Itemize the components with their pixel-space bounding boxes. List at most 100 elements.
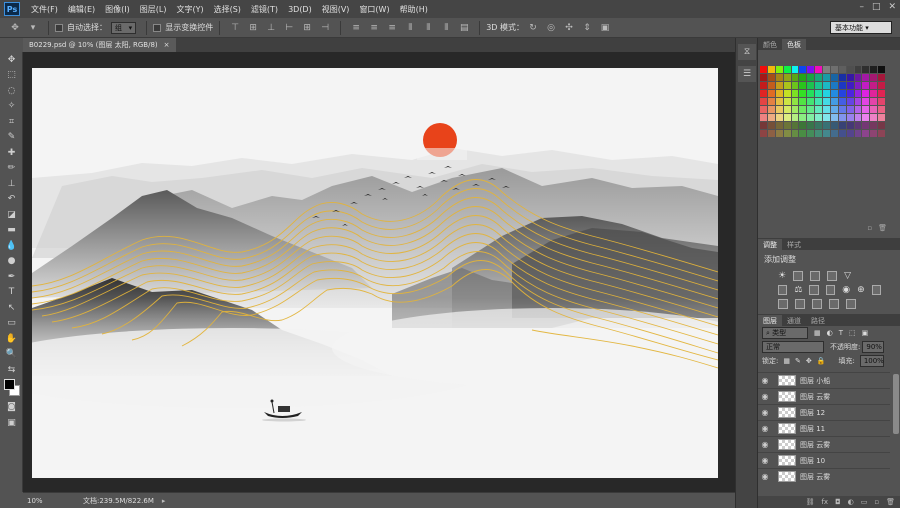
swatch[interactable] (846, 122, 854, 129)
new-layer-icon[interactable]: ▫ (874, 498, 879, 506)
auto-select-dropdown[interactable]: 组 ▾ (111, 21, 137, 34)
swatch[interactable] (775, 98, 783, 105)
lasso-tool-icon[interactable]: ◌ (0, 83, 23, 99)
swatch[interactable] (830, 130, 838, 137)
swatch[interactable] (783, 66, 791, 73)
swatch[interactable] (799, 74, 807, 81)
swatch[interactable] (760, 74, 767, 81)
roll-3d-icon[interactable]: ◎ (545, 23, 557, 33)
eye-icon[interactable]: ◉ (758, 472, 772, 481)
move-tool-icon[interactable]: ✥ (9, 23, 21, 33)
layer-kind-filter[interactable]: ⌕ 类型 (762, 327, 808, 339)
swatch[interactable] (791, 82, 799, 89)
pen-tool-icon[interactable]: ✒ (0, 269, 23, 285)
gradient-icon[interactable] (846, 299, 856, 309)
filter-adjust-icon[interactable]: ◐ (827, 329, 833, 337)
fill-field[interactable]: 100% (859, 355, 884, 367)
swatch[interactable] (862, 66, 870, 73)
layer-row[interactable]: ◉ 图层 11 (758, 420, 890, 436)
swatch[interactable] (807, 130, 815, 137)
distribute-top-icon[interactable]: ≡ (350, 23, 362, 33)
swatch[interactable] (807, 106, 815, 113)
swatch[interactable] (823, 106, 830, 113)
swatch[interactable] (807, 82, 815, 89)
swatch[interactable] (799, 66, 807, 73)
swatch[interactable] (775, 130, 783, 137)
tab-color[interactable]: 颜色 (758, 39, 782, 50)
new-swatch-icon[interactable]: ▫ (867, 224, 872, 234)
swatch[interactable] (791, 122, 799, 129)
layer-mask-icon[interactable]: ◘ (835, 498, 841, 506)
history-panel-icon[interactable]: ⧖ (738, 44, 756, 60)
dodge-tool-icon[interactable]: ● (0, 254, 23, 270)
swatch[interactable] (862, 130, 870, 137)
swatch[interactable] (830, 66, 838, 73)
photo-filter-icon[interactable]: ◉ (842, 285, 850, 295)
menu-file[interactable]: 文件(F) (26, 4, 63, 15)
properties-panel-icon[interactable]: ☰ (738, 66, 756, 82)
swatch[interactable] (767, 122, 775, 129)
threshold-icon[interactable] (812, 299, 822, 309)
distribute-bottom-icon[interactable]: ≡ (386, 23, 398, 33)
swatch[interactable] (815, 122, 822, 129)
swatch[interactable] (815, 114, 822, 121)
tab-paths[interactable]: 路径 (806, 315, 830, 326)
swatch[interactable] (815, 74, 822, 81)
lock-position-icon[interactable]: ✥ (806, 357, 812, 365)
swatch[interactable] (815, 66, 822, 73)
swatch[interactable] (846, 98, 854, 105)
eraser-tool-icon[interactable]: ◪ (0, 207, 23, 223)
tab-channels[interactable]: 通道 (782, 315, 806, 326)
swatch[interactable] (878, 122, 885, 129)
swatch[interactable] (807, 66, 815, 73)
swatch[interactable] (838, 114, 846, 121)
delete-swatch-icon[interactable]: 🗑 (878, 224, 887, 234)
swatch[interactable] (767, 90, 775, 97)
swatch[interactable] (854, 74, 862, 81)
blend-mode-dropdown[interactable]: 正常 (762, 341, 824, 353)
swatch[interactable] (854, 122, 862, 129)
align-top-icon[interactable]: ⊤ (229, 23, 241, 33)
lock-pixels-icon[interactable]: ▦ (783, 357, 790, 365)
menu-3d[interactable]: 3D(D) (283, 5, 317, 14)
swatch[interactable] (783, 74, 791, 81)
swatch[interactable] (878, 114, 885, 121)
swatch[interactable] (823, 66, 830, 73)
delete-layer-icon[interactable]: 🗑 (886, 498, 895, 506)
swatch[interactable] (807, 122, 815, 129)
swatch[interactable] (830, 114, 838, 121)
swatch[interactable] (807, 90, 815, 97)
swatch[interactable] (838, 90, 846, 97)
swatch[interactable] (846, 90, 854, 97)
filter-smart-icon[interactable]: ▣ (862, 329, 869, 337)
swatch[interactable] (775, 74, 783, 81)
layer-row[interactable]: ◉ 图层 10 (758, 452, 890, 468)
swatch[interactable] (760, 66, 767, 73)
new-adjustment-icon[interactable]: ◐ (848, 498, 854, 506)
color-balance-icon[interactable] (809, 285, 819, 295)
swatch[interactable] (783, 122, 791, 129)
distribute-right-icon[interactable]: ⦀ (440, 23, 452, 33)
eye-icon[interactable]: ◉ (758, 392, 772, 401)
swatch[interactable] (783, 82, 791, 89)
close-tab-icon[interactable]: × (164, 41, 170, 49)
swatch[interactable] (854, 98, 862, 105)
layer-row[interactable]: ◉ 图层 云雾 (758, 468, 890, 484)
tab-swatches[interactable]: 色板 (782, 39, 806, 50)
layer-row[interactable]: ◉ 图层 云雾 (758, 388, 890, 404)
swatch[interactable] (838, 66, 846, 73)
swatch[interactable] (823, 130, 830, 137)
swatch[interactable] (862, 82, 870, 89)
close-icon[interactable]: ✕ (888, 2, 896, 12)
swatch[interactable] (838, 74, 846, 81)
swatch[interactable] (791, 114, 799, 121)
swatch[interactable] (846, 130, 854, 137)
history-brush-icon[interactable]: ↶ (0, 192, 23, 208)
swatch[interactable] (767, 66, 775, 73)
distribute-hcenter-icon[interactable]: ⦀ (422, 23, 434, 33)
swatch[interactable] (854, 130, 862, 137)
swatch[interactable] (767, 106, 775, 113)
canvas-area[interactable] (23, 52, 735, 492)
swatch[interactable] (878, 74, 885, 81)
swatch[interactable] (823, 122, 830, 129)
